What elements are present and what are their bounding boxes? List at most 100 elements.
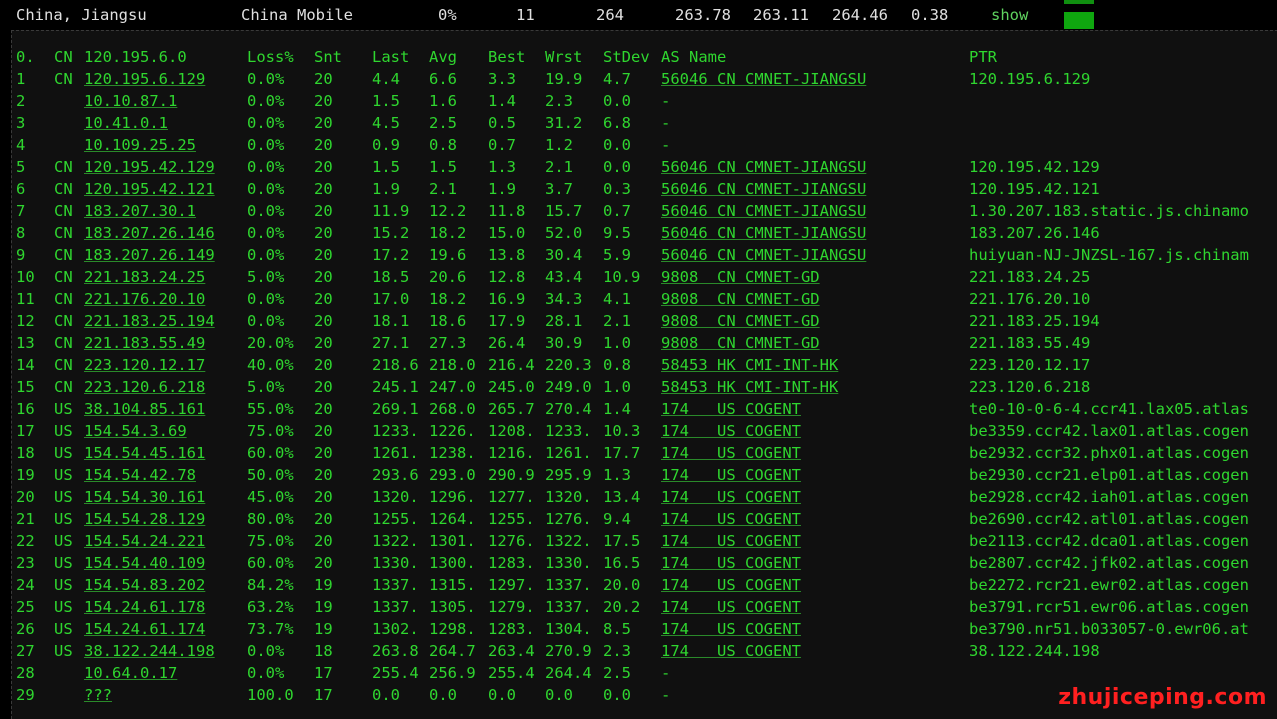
stdev-latency: 6.8 bbox=[603, 114, 631, 132]
last-latency: 18.1 bbox=[372, 312, 410, 330]
hop-host-link[interactable]: ??? bbox=[84, 684, 112, 706]
table-row: 27 US 38.122.244.198 0.0% 18 263.8 264.7 263.4 2… bbox=[12, 640, 1277, 662]
as-name-link[interactable]: 174 US COGENT bbox=[661, 640, 801, 662]
hop-host-link[interactable]: 223.120.12.17 bbox=[84, 354, 205, 376]
hop-host-link[interactable]: 183.207.26.149 bbox=[84, 244, 215, 266]
table-row: 13 CN 221.183.55.49 20.0% 20 27.1 27.3 26.4 30.9… bbox=[12, 332, 1277, 354]
as-name-link[interactable]: 9808 CN CMNET-GD bbox=[661, 310, 820, 332]
sent-count: 20 bbox=[314, 488, 333, 506]
last-latency: 263.8 bbox=[372, 642, 419, 660]
best-latency: 3.3 bbox=[488, 70, 516, 88]
hop-host-link[interactable]: 221.183.25.194 bbox=[84, 310, 215, 332]
hop-host-link[interactable]: 154.54.24.221 bbox=[84, 530, 205, 552]
stdev-latency: 4.7 bbox=[603, 70, 631, 88]
worst-latency: 1276. bbox=[545, 510, 592, 528]
as-name-link[interactable]: 174 US COGENT bbox=[661, 618, 801, 640]
summary-last: 263.78 bbox=[675, 6, 731, 24]
as-name-link[interactable]: 56046 CN CMNET-JIANGSU bbox=[661, 244, 866, 266]
loss-pct: 5.0% bbox=[247, 378, 285, 396]
sent-count: 20 bbox=[314, 180, 333, 198]
hop-host-link[interactable]: 154.24.61.178 bbox=[84, 596, 205, 618]
hop-host-link[interactable]: 120.195.42.121 bbox=[84, 178, 215, 200]
header-best: Best bbox=[488, 48, 526, 66]
as-name-link[interactable]: 56046 CN CMNET-JIANGSU bbox=[661, 178, 866, 200]
as-name-link[interactable]: 174 US COGENT bbox=[661, 574, 801, 596]
as-name-link[interactable]: 174 US COGENT bbox=[661, 398, 801, 420]
sent-count: 20 bbox=[314, 136, 333, 154]
stdev-latency: 1.0 bbox=[603, 334, 631, 352]
hop-index: 9 bbox=[16, 246, 26, 264]
country-code: CN bbox=[54, 158, 73, 176]
worst-latency: 43.4 bbox=[545, 268, 583, 286]
hop-host-link[interactable]: 221.183.55.49 bbox=[84, 332, 205, 354]
hop-host-link[interactable]: 154.54.42.78 bbox=[84, 464, 196, 486]
hop-host-link[interactable]: 120.195.42.129 bbox=[84, 156, 215, 178]
country-code: US bbox=[54, 642, 73, 660]
header-as-name: AS Name bbox=[661, 48, 727, 66]
ptr-record: be2928.ccr42.iah01.atlas.cogen bbox=[969, 488, 1249, 506]
hop-host-link[interactable]: 154.54.3.69 bbox=[84, 420, 187, 442]
stdev-latency: 0.0 bbox=[603, 92, 631, 110]
as-name-link[interactable]: 174 US COGENT bbox=[661, 442, 801, 464]
as-name-link[interactable]: 58453 HK CMI-INT-HK bbox=[661, 376, 838, 398]
country-code: US bbox=[54, 576, 73, 594]
as-name-link[interactable]: 174 US COGENT bbox=[661, 508, 801, 530]
hop-host-link[interactable]: 120.195.6.129 bbox=[84, 68, 205, 90]
hop-host-link[interactable]: 10.10.87.1 bbox=[84, 90, 177, 112]
hop-host-link[interactable]: 154.54.30.161 bbox=[84, 486, 205, 508]
as-name-link[interactable]: 56046 CN CMNET-JIANGSU bbox=[661, 156, 866, 178]
as-name-link[interactable]: 58453 HK CMI-INT-HK bbox=[661, 354, 838, 376]
hop-host-link[interactable]: 154.54.45.161 bbox=[84, 442, 205, 464]
as-name-link[interactable]: 174 US COGENT bbox=[661, 486, 801, 508]
as-name-link[interactable]: 174 US COGENT bbox=[661, 552, 801, 574]
best-latency: 1.3 bbox=[488, 158, 516, 176]
last-latency: 1337. bbox=[372, 598, 419, 616]
sent-count: 20 bbox=[314, 422, 333, 440]
worst-latency: 249.0 bbox=[545, 378, 592, 396]
as-name-link[interactable]: 9808 CN CMNET-GD bbox=[661, 288, 820, 310]
hop-host-link[interactable]: 10.64.0.17 bbox=[84, 662, 177, 684]
hop-host-link[interactable]: 154.54.40.109 bbox=[84, 552, 205, 574]
hop-host-link[interactable]: 38.104.85.161 bbox=[84, 398, 205, 420]
hop-host-link[interactable]: 223.120.6.218 bbox=[84, 376, 205, 398]
as-name-link[interactable]: 9808 CN CMNET-GD bbox=[661, 332, 820, 354]
as-name-link[interactable]: 174 US COGENT bbox=[661, 464, 801, 486]
sent-count: 20 bbox=[314, 290, 333, 308]
hop-host-link[interactable]: 183.207.26.146 bbox=[84, 222, 215, 244]
hop-host-link[interactable]: 38.122.244.198 bbox=[84, 640, 215, 662]
as-name-link[interactable]: 56046 CN CMNET-JIANGSU bbox=[661, 200, 866, 222]
hop-host-link[interactable]: 221.183.24.25 bbox=[84, 266, 205, 288]
hop-host-link[interactable]: 154.54.28.129 bbox=[84, 508, 205, 530]
as-name-link[interactable]: 174 US COGENT bbox=[661, 530, 801, 552]
ptr-record: 223.120.12.17 bbox=[969, 356, 1091, 374]
country-code: CN bbox=[54, 202, 73, 220]
best-latency: 0.7 bbox=[488, 136, 516, 154]
ptr-record: be2932.ccr32.phx01.atlas.cogen bbox=[969, 444, 1249, 462]
hop-host-link[interactable]: 10.41.0.1 bbox=[84, 112, 168, 134]
avg-latency: 2.5 bbox=[429, 114, 457, 132]
avg-latency: 1.6 bbox=[429, 92, 457, 110]
loss-pct: 0.0% bbox=[247, 158, 285, 176]
last-latency: 1233. bbox=[372, 422, 419, 440]
avg-latency: 18.6 bbox=[429, 312, 467, 330]
hop-index: 27 bbox=[16, 642, 35, 660]
as-name-link[interactable]: 56046 CN CMNET-JIANGSU bbox=[661, 222, 866, 244]
hop-host-link[interactable]: 154.54.83.202 bbox=[84, 574, 205, 596]
best-latency: 1255. bbox=[488, 510, 535, 528]
ptr-record: 221.176.20.10 bbox=[969, 290, 1091, 308]
hop-host-link[interactable]: 10.109.25.25 bbox=[84, 134, 196, 156]
sent-count: 20 bbox=[314, 466, 333, 484]
as-name-link[interactable]: 9808 CN CMNET-GD bbox=[661, 266, 820, 288]
as-name-link[interactable]: 174 US COGENT bbox=[661, 596, 801, 618]
as-name-link[interactable]: 174 US COGENT bbox=[661, 420, 801, 442]
worst-latency: 31.2 bbox=[545, 114, 583, 132]
as-name-link[interactable]: 56046 CN CMNET-JIANGSU bbox=[661, 68, 866, 90]
hop-host-link[interactable]: 221.176.20.10 bbox=[84, 288, 205, 310]
hop-index: 20 bbox=[16, 488, 35, 506]
table-row: 25 US 154.24.61.178 63.2% 19 1337. 1305. 1279. 1… bbox=[12, 596, 1277, 618]
hop-host-link[interactable]: 183.207.30.1 bbox=[84, 200, 196, 222]
show-toggle-link[interactable]: show bbox=[991, 6, 1028, 24]
hop-host-link[interactable]: 154.24.61.174 bbox=[84, 618, 205, 640]
ptr-record: be2690.ccr42.atl01.atlas.cogen bbox=[969, 510, 1249, 528]
header-host-link[interactable]: 120.195.6.0 bbox=[84, 46, 187, 68]
